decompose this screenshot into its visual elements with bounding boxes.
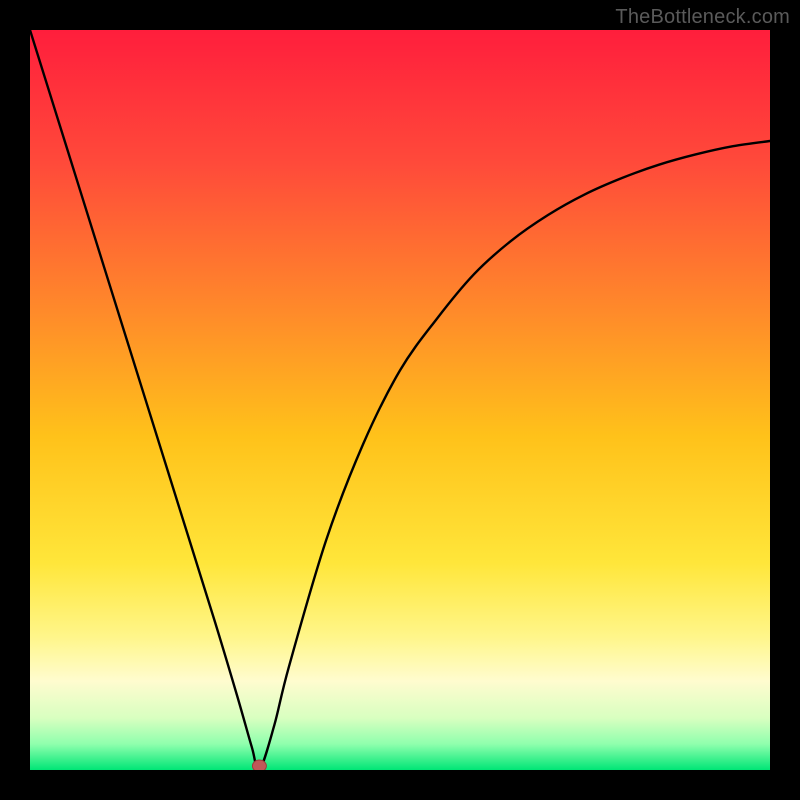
minimum-marker bbox=[252, 760, 266, 770]
chart-frame bbox=[30, 30, 770, 770]
bottleneck-chart bbox=[30, 30, 770, 770]
gradient-background bbox=[30, 30, 770, 770]
watermark-text: TheBottleneck.com bbox=[615, 6, 790, 29]
